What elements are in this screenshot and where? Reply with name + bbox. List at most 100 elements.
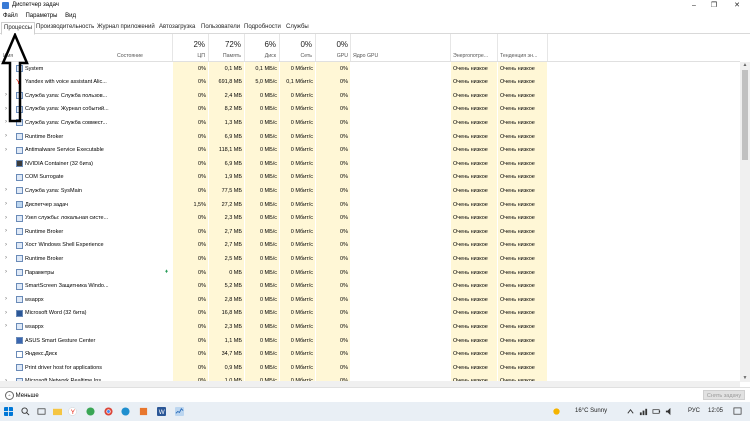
expand-chevron-icon[interactable]: › (5, 269, 7, 275)
cpu-value: 0% (198, 269, 206, 276)
tab-app-history[interactable]: Журнал приложений (95, 22, 157, 33)
process-row[interactable]: › Параметры ♦ 0% 0 МБ 0 МБ/с 0 Мбит/с 0% Очень н… (0, 266, 740, 280)
process-row[interactable]: › Antimalware Service Executable 0% 118,1 М… (0, 144, 740, 158)
expand-chevron-icon[interactable]: › (5, 133, 7, 139)
search-icon[interactable] (21, 407, 30, 416)
process-icon (16, 364, 23, 372)
disk-value: 0 МБ/с (259, 119, 277, 126)
power-usage-value: Очень низкое (453, 147, 488, 154)
explorer-icon[interactable] (53, 407, 62, 416)
input-language[interactable]: РУС (688, 408, 700, 414)
network-icon[interactable] (639, 407, 648, 416)
process-row[interactable]: › Runtime Broker 0% 6,9 МБ 0 МБ/с 0 Мбит/с 0% О… (0, 130, 740, 144)
expand-chevron-icon[interactable]: › (5, 310, 7, 316)
close-button[interactable]: ✕ (730, 1, 744, 10)
end-task-button[interactable]: Снять задачу (703, 390, 745, 400)
menu-view[interactable]: Вид (65, 11, 76, 22)
chevron-up-icon: ^ (5, 391, 14, 400)
maximize-button[interactable]: ❐ (707, 1, 721, 10)
tray-overflow-icon[interactable] (626, 407, 635, 416)
notifications-icon[interactable] (733, 407, 742, 416)
process-row[interactable]: › wsappx 0% 2,3 МБ 0 МБ/с 0 Мбит/с 0% Очень низ… (0, 320, 740, 334)
orange-app-icon[interactable] (139, 407, 148, 416)
gpu-value: 0% (340, 310, 348, 317)
expand-chevron-icon[interactable]: › (5, 215, 7, 221)
process-name: NVIDIA Container (32 бита) (25, 160, 93, 167)
col-gpu-core[interactable]: Ядро GPU (353, 53, 378, 59)
scroll-thumb[interactable] (742, 70, 748, 160)
process-row[interactable]: System 0% 0,1 МБ 0,1 МБ/с 0 Мбит/с 0% Очень ни… (0, 62, 740, 76)
expand-chevron-icon[interactable]: › (5, 296, 7, 302)
process-row[interactable]: Яндекс.Диск 0% 34,7 МБ 0 МБ/с 0 Мбит/с 0% Очен… (0, 348, 740, 362)
power-trend-value: Очень низкое (500, 242, 535, 249)
word-icon[interactable]: W (157, 407, 166, 416)
scroll-down-icon[interactable]: ▼ (740, 375, 750, 382)
disk-value: 0 МБ/с (259, 147, 277, 154)
yandex-browser-icon[interactable]: Y (68, 407, 77, 416)
tab-users[interactable]: Пользователи (199, 22, 242, 33)
process-row[interactable]: Y Yandex with voice assistant Alic... 0% 69… (0, 75, 740, 90)
process-row[interactable]: › Диспетчер задач 1,5% 27,2 МБ 0 МБ/с 0 Мбит/… (0, 198, 740, 212)
col-power-usage[interactable]: Энергопотре... (453, 53, 488, 59)
minimize-button[interactable]: – (687, 1, 701, 10)
expand-chevron-icon[interactable]: › (5, 242, 7, 248)
process-name: SmartScreen Защитника Windo... (25, 283, 109, 290)
col-status[interactable]: Состояние (117, 53, 143, 59)
process-row[interactable]: › wsappx 0% 2,8 МБ 0 МБ/с 0 Мбит/с 0% Очень низ… (0, 293, 740, 307)
process-row[interactable]: Print driver host for applications 0% 0,9 … (0, 361, 740, 375)
process-row[interactable]: › Microsoft Word (32 бита) 0% 16,8 МБ 0 МБ/с… (0, 307, 740, 321)
process-row[interactable]: › Служба узла: Журнал событий... 0% 8,2 МБ 0… (0, 103, 740, 117)
col-gpu[interactable]: GPU (316, 53, 348, 59)
expand-chevron-icon[interactable]: › (5, 228, 7, 234)
power-usage-value: Очень низкое (453, 92, 488, 99)
expand-chevron-icon[interactable]: › (5, 255, 7, 261)
weather-sun-icon[interactable] (552, 407, 561, 416)
process-row[interactable]: › Runtime Broker 0% 2,5 МБ 0 МБ/с 0 Мбит/с 0% О… (0, 252, 740, 266)
process-row[interactable]: › Служба узла: SysMain 0% 77,5 МБ 0 МБ/с 0 Мб… (0, 184, 740, 198)
green-app-icon[interactable] (86, 407, 95, 416)
expand-chevron-icon[interactable]: › (5, 323, 7, 329)
tab-startup[interactable]: Автозагрузка (157, 22, 197, 33)
process-row[interactable]: ASUS Smart Gesture Center 0% 1,1 МБ 0 МБ/с 0… (0, 334, 740, 348)
process-row[interactable]: › Хост Windows Shell Experience 0% 2,7 МБ 0 … (0, 239, 740, 253)
expand-chevron-icon[interactable]: › (5, 147, 7, 153)
tab-services[interactable]: Службы (284, 22, 311, 33)
process-row[interactable]: › Узел службы: локальная систе... 0% 2,3 МБ… (0, 212, 740, 226)
memory-value: 34,7 МБ (221, 351, 242, 358)
col-memory[interactable]: Память (210, 53, 241, 59)
col-power-trend[interactable]: Тенденция эн... (500, 53, 537, 59)
scroll-up-icon[interactable]: ▲ (740, 62, 750, 69)
process-row[interactable]: NVIDIA Container (32 бита) 0% 6,9 МБ 0 МБ/с… (0, 157, 740, 171)
process-row[interactable]: SmartScreen Защитника Windo... 0% 5,2 МБ 0 … (0, 280, 740, 294)
disk-value: 0,1 МБ/с (255, 65, 277, 72)
disk-value: 0 МБ/с (259, 201, 277, 208)
process-row[interactable]: COM Surrogate 0% 1,9 МБ 0 МБ/с 0 Мбит/с 0% Оче… (0, 171, 740, 185)
expand-chevron-icon[interactable]: › (5, 187, 7, 193)
tab-performance[interactable]: Производительность (34, 22, 96, 33)
col-network[interactable]: Сеть (281, 53, 312, 59)
clock[interactable]: 12:05 (708, 408, 723, 414)
weather-text[interactable]: 16°C Sunny (575, 408, 607, 414)
chrome-icon[interactable] (104, 407, 113, 416)
col-disk[interactable]: Диск (246, 53, 276, 59)
windows-start-icon[interactable] (4, 407, 13, 416)
edge-icon[interactable] (121, 407, 130, 416)
menu-options[interactable]: Параметры (25, 11, 57, 22)
vertical-scrollbar[interactable]: ▲ ▼ (740, 62, 750, 382)
tab-details[interactable]: Подробности (242, 22, 283, 33)
process-row[interactable]: › Runtime Broker 0% 2,7 МБ 0 МБ/с 0 Мбит/с 0% О… (0, 225, 740, 239)
process-row[interactable]: › Служба узла: Служба пользов... 0% 2,4 МБ 0… (0, 89, 740, 103)
menu-file[interactable]: Файл (3, 11, 18, 22)
expand-chevron-icon[interactable]: › (5, 201, 7, 207)
battery-icon[interactable] (652, 407, 661, 416)
process-icon (16, 309, 23, 317)
fewer-details-button[interactable]: ^ Меньше (5, 391, 39, 400)
task-manager-taskbar-icon[interactable] (175, 407, 184, 416)
task-view-icon[interactable] (37, 407, 46, 416)
volume-icon[interactable] (665, 407, 674, 416)
col-cpu[interactable]: ЦП (175, 53, 205, 59)
process-row[interactable]: › Служба узла: Служба совмест... 0% 1,3 МБ 0… (0, 116, 740, 130)
network-value: 0 Мбит/с (290, 119, 313, 126)
fewer-details-label: Меньше (15, 393, 39, 400)
memory-value: 0 МБ (229, 269, 242, 276)
